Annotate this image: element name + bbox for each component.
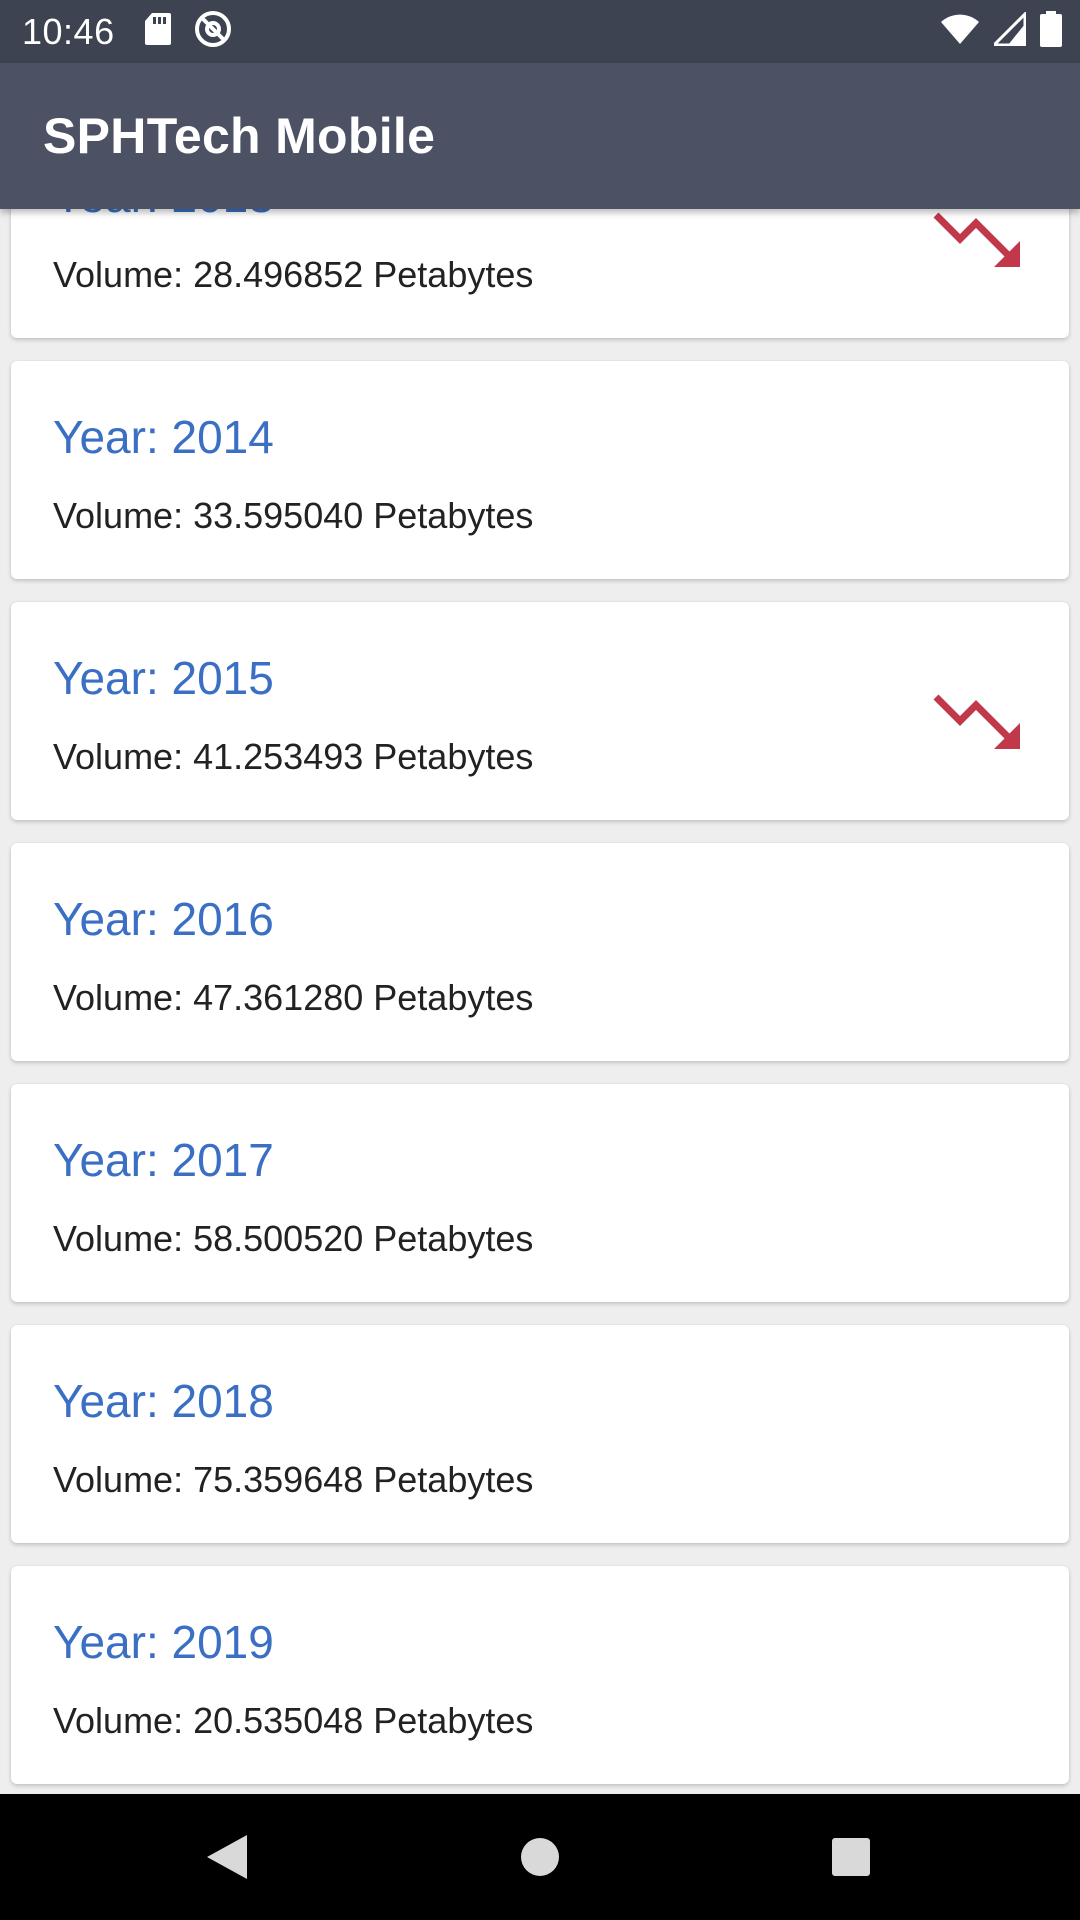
year-label: Year: 2016 xyxy=(53,893,274,945)
app-title: SPHTech Mobile xyxy=(43,108,436,164)
recents-icon xyxy=(832,1838,870,1876)
list-item[interactable]: Year: 2017 Volume: 58.500520 Petabytes xyxy=(11,1084,1069,1302)
volume-label: Volume: 41.253493 Petabytes xyxy=(53,736,534,777)
year-label: Year: 2014 xyxy=(53,411,274,463)
navigation-bar xyxy=(0,1794,1080,1920)
volume-label: Volume: 20.535048 Petabytes xyxy=(53,1700,534,1741)
status-system-icons xyxy=(940,9,1062,52)
year-label: Year: 2017 xyxy=(53,1134,274,1186)
wifi-icon xyxy=(940,13,980,50)
volume-label: Volume: 33.595040 Petabytes xyxy=(53,495,534,536)
status-notification-icons xyxy=(144,10,232,53)
year-label: Year: 2018 xyxy=(53,1375,274,1427)
app-bar: SPHTech Mobile xyxy=(0,63,1080,209)
trending-down-icon[interactable] xyxy=(932,682,1028,752)
volume-label: Volume: 47.361280 Petabytes xyxy=(53,977,534,1018)
home-button[interactable] xyxy=(470,1794,610,1920)
list-item[interactable]: Year: 2015 Volume: 41.253493 Petabytes xyxy=(11,602,1069,820)
volume-label: Volume: 58.500520 Petabytes xyxy=(53,1218,534,1259)
recents-button[interactable] xyxy=(781,1794,921,1920)
list-item[interactable]: Year: 2016 Volume: 47.361280 Petabytes xyxy=(11,843,1069,1061)
battery-icon xyxy=(1040,10,1062,52)
cellular-signal-icon xyxy=(990,9,1027,51)
home-icon xyxy=(521,1838,559,1876)
back-icon xyxy=(207,1835,247,1879)
volume-label: Volume: 28.496852 Petabytes xyxy=(53,254,534,295)
list-item[interactable]: Year: 2018 Volume: 75.359648 Petabytes xyxy=(11,1325,1069,1543)
volume-label: Volume: 75.359648 Petabytes xyxy=(53,1459,534,1500)
list-item[interactable]: Year: 2013 Volume: 28.496852 Petabytes xyxy=(11,209,1069,338)
status-bar: 10:46 xyxy=(0,0,1080,63)
back-button[interactable] xyxy=(157,1794,297,1920)
at-sign-icon xyxy=(194,10,232,53)
list-item[interactable]: Year: 2019 Volume: 20.535048 Petabytes xyxy=(11,1566,1069,1784)
year-label: Year: 2019 xyxy=(53,1616,274,1668)
list-item[interactable]: Year: 2014 Volume: 33.595040 Petabytes xyxy=(11,361,1069,579)
sd-card-icon xyxy=(144,12,172,51)
data-usage-list[interactable]: Year: 2013 Volume: 28.496852 Petabytes Y… xyxy=(0,209,1080,1794)
status-time: 10:46 xyxy=(22,11,115,52)
trending-down-icon[interactable] xyxy=(932,209,1028,270)
year-label: Year: 2013 xyxy=(53,209,274,222)
year-label: Year: 2015 xyxy=(53,652,274,704)
